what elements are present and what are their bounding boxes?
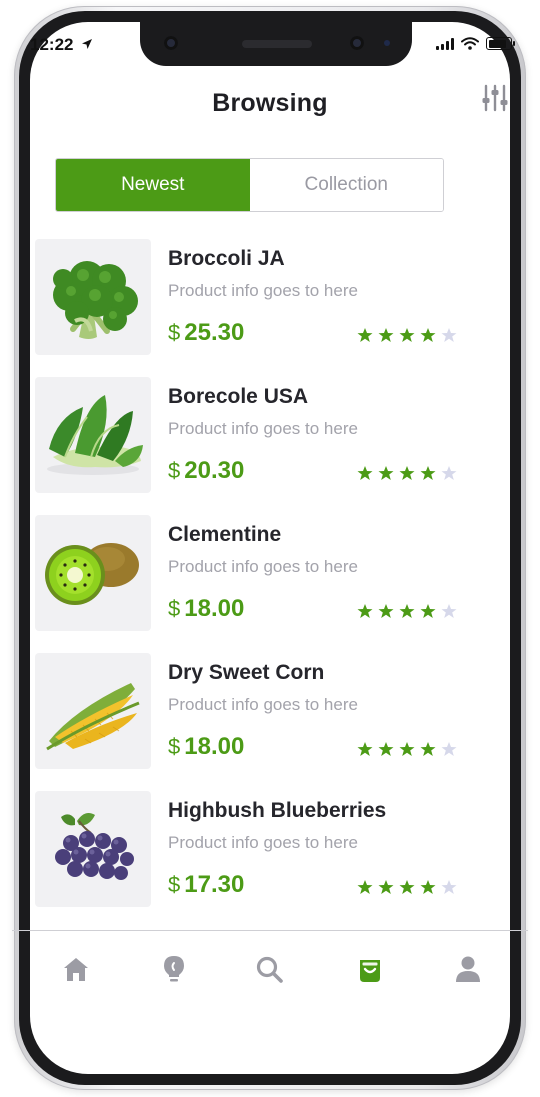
product-list: Broccoli JA Product info goes to here $2… — [35, 239, 465, 929]
product-image-broccoli — [35, 239, 151, 355]
product-name: Dry Sweet Corn — [168, 661, 325, 684]
star-filled-icon — [399, 604, 415, 618]
speaker-grille — [242, 40, 312, 48]
currency-symbol: $ — [168, 872, 181, 897]
star-filled-icon — [420, 880, 436, 894]
nav-search[interactable] — [249, 949, 289, 989]
star-empty-icon — [441, 466, 457, 480]
star-filled-icon — [357, 604, 373, 618]
currency-symbol: $ — [168, 320, 181, 345]
rating-stars — [357, 327, 457, 343]
price-amount: 17.30 — [184, 871, 245, 898]
nav-shop[interactable] — [350, 949, 390, 989]
star-filled-icon — [378, 880, 394, 894]
star-filled-icon — [420, 466, 436, 480]
status-time: 12:22 — [30, 35, 93, 55]
tab-collection[interactable]: Collection — [249, 159, 443, 211]
sliders-icon — [482, 84, 508, 112]
star-filled-icon — [378, 604, 394, 618]
star-empty-icon — [441, 742, 457, 756]
filter-settings-button[interactable] — [480, 83, 510, 113]
star-filled-icon — [399, 328, 415, 342]
product-price: $18.00 — [168, 733, 244, 761]
currency-symbol: $ — [168, 734, 181, 759]
product-info: Product info goes to here — [168, 557, 358, 576]
product-info: Product info goes to here — [168, 833, 358, 852]
product-name: Clementine — [168, 523, 282, 546]
proximity-sensor-icon — [384, 40, 390, 46]
star-filled-icon — [378, 742, 394, 756]
camera-icon — [164, 36, 178, 50]
rating-stars — [357, 741, 457, 757]
lightbulb-icon — [164, 956, 184, 982]
product-price: $17.30 — [168, 871, 244, 899]
price-amount: 20.30 — [184, 457, 245, 484]
star-filled-icon — [420, 328, 436, 342]
star-filled-icon — [420, 742, 436, 756]
product-image-kiwi — [35, 515, 151, 631]
product-image-corn — [35, 653, 151, 769]
rating-stars — [357, 465, 457, 481]
star-filled-icon — [399, 880, 415, 894]
nav-ideas[interactable] — [154, 949, 194, 989]
product-image-bok-choy — [35, 377, 151, 493]
tab-newest[interactable]: Newest — [56, 159, 250, 211]
product-name: Broccoli JA — [168, 247, 285, 270]
product-info: Product info goes to here — [168, 419, 358, 438]
star-filled-icon — [357, 466, 373, 480]
star-filled-icon — [399, 466, 415, 480]
star-filled-icon — [357, 742, 373, 756]
currency-symbol: $ — [168, 458, 181, 483]
star-empty-icon — [441, 604, 457, 618]
price-amount: 18.00 — [184, 733, 245, 760]
product-info: Product info goes to here — [168, 695, 358, 714]
product-image-grapes — [35, 791, 151, 907]
face-id-sensor-icon — [350, 36, 364, 50]
battery-icon — [486, 37, 515, 50]
product-price: $20.30 — [168, 457, 244, 485]
product-item-blueberries[interactable]: Highbush Blueberries Product info goes t… — [35, 791, 465, 929]
product-price: $18.00 — [168, 595, 244, 623]
notch — [140, 22, 412, 66]
product-item-borecole[interactable]: Borecole USA Product info goes to here $… — [35, 377, 465, 515]
nav-home[interactable] — [56, 949, 96, 989]
star-filled-icon — [357, 880, 373, 894]
product-price: $25.30 — [168, 319, 244, 347]
star-empty-icon — [441, 880, 457, 894]
rating-stars — [357, 879, 457, 895]
star-filled-icon — [399, 742, 415, 756]
location-arrow-icon — [82, 39, 93, 49]
segmented-tabs: Newest Collection — [55, 158, 444, 212]
product-name: Highbush Blueberries — [168, 799, 387, 822]
search-icon — [256, 956, 283, 983]
shopping-bag-icon — [360, 960, 380, 982]
star-filled-icon — [378, 466, 394, 480]
product-item-clementine[interactable]: Clementine Product info goes to here $18… — [35, 515, 465, 653]
star-filled-icon — [420, 604, 436, 618]
product-name: Borecole USA — [168, 385, 309, 408]
home-icon — [64, 958, 88, 981]
page-title: Browsing — [212, 89, 328, 117]
nav-profile[interactable] — [448, 949, 488, 989]
product-item-corn[interactable]: Dry Sweet Corn Product info goes to here… — [35, 653, 465, 791]
product-item-broccoli[interactable]: Broccoli JA Product info goes to here $2… — [35, 239, 465, 377]
star-filled-icon — [357, 328, 373, 342]
cellular-signal-icon — [436, 37, 454, 50]
wifi-icon — [461, 37, 479, 50]
price-amount: 18.00 — [184, 595, 245, 622]
rating-stars — [357, 603, 457, 619]
star-empty-icon — [441, 328, 457, 342]
product-info: Product info goes to here — [168, 281, 358, 300]
status-icons — [436, 37, 515, 50]
bottom-nav — [0, 949, 540, 989]
currency-symbol: $ — [168, 596, 181, 621]
price-amount: 25.30 — [184, 319, 245, 346]
bottom-nav-divider — [12, 930, 528, 931]
user-icon — [456, 956, 480, 982]
status-time-text: 12:22 — [30, 35, 74, 54]
star-filled-icon — [378, 328, 394, 342]
